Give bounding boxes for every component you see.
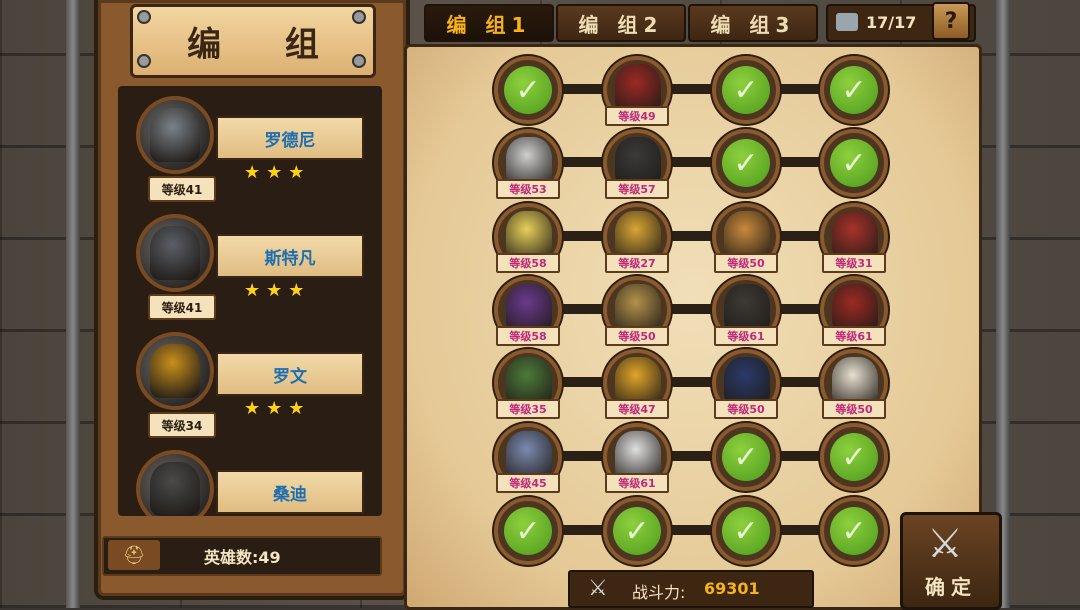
help-button[interactable]: ? (932, 2, 970, 40)
checkmark-icon: ✓ (830, 66, 878, 114)
rivet (137, 10, 151, 24)
tab-group-2[interactable]: 编 组2 (556, 4, 686, 42)
star-rating: ★★★ (244, 162, 311, 183)
hero-card[interactable]: 桑迪 (118, 440, 382, 516)
unit-level-badge: 等级50 (822, 399, 886, 419)
empty-slot[interactable]: ✓ (820, 56, 888, 124)
star-rating: ★★★ (244, 280, 311, 301)
checkmark-icon: ✓ (613, 507, 661, 555)
empty-slot[interactable]: ✓ (820, 129, 888, 197)
hero-avatar (150, 226, 200, 280)
hero-card[interactable]: 斯特凡 ★★★ 等级41 (118, 204, 382, 320)
confirm-button[interactable]: ⚔ 确定 (900, 512, 1002, 610)
hero-level-badge: 等级41 (148, 294, 216, 320)
hero-avatar (150, 344, 200, 398)
unit-level-badge: 等级58 (496, 253, 560, 273)
unit-level-badge: 等级53 (496, 179, 560, 199)
unit-level-badge: 等级49 (605, 106, 669, 126)
unit-level-badge: 等级61 (714, 326, 778, 346)
hero-count-bar: ⛑ 英雄数:49 (102, 536, 382, 576)
checkmark-icon: ✓ (722, 139, 770, 187)
hero-portrait (136, 214, 214, 292)
hero-portrait (136, 450, 214, 516)
unit-level-badge: 等级50 (714, 399, 778, 419)
unit-level-badge: 等级57 (605, 179, 669, 199)
hero-list[interactable]: 罗德尼 ★★★ 等级41 斯特凡 ★★★ 等级41 罗文 ★★★ 等级34 桑迪 (118, 86, 382, 516)
unit-level-badge: 等级50 (714, 253, 778, 273)
empty-slot[interactable]: ✓ (494, 56, 562, 124)
unit-level-badge: 等级27 (605, 253, 669, 273)
hero-avatar (150, 462, 200, 516)
unit-level-badge: 等级61 (605, 473, 669, 493)
hero-card[interactable]: 罗德尼 ★★★ 等级41 (118, 86, 382, 202)
hero-avatar (150, 108, 200, 162)
empty-slot[interactable]: ✓ (712, 129, 780, 197)
empty-slot[interactable]: ✓ (712, 423, 780, 491)
empty-slot[interactable]: ✓ (712, 497, 780, 565)
unit-level-badge: 等级50 (605, 326, 669, 346)
checkmark-icon: ✓ (504, 66, 552, 114)
hero-portrait (136, 332, 214, 410)
checkmark-icon: ✓ (722, 433, 770, 481)
helmet-icon: ⛑ (108, 540, 160, 570)
hero-name: 罗文 (216, 352, 364, 396)
unit-level-badge: 等级31 (822, 253, 886, 273)
unit-level-badge: 等级47 (605, 399, 669, 419)
page-title: 编 组 (130, 4, 376, 78)
unit-level-badge: 等级35 (496, 399, 560, 419)
hero-level-badge: 等级34 (148, 412, 216, 438)
hero-name: 斯特凡 (216, 234, 364, 278)
star-rating: ★★★ (244, 398, 311, 419)
empty-slot[interactable]: ✓ (712, 56, 780, 124)
hero-name: 桑迪 (216, 470, 364, 514)
combat-power-label: 战斗力: (632, 583, 686, 602)
tab-group-3[interactable]: 编 组3 (688, 4, 818, 42)
confirm-label: 确定 (925, 575, 977, 599)
soldiers-icon (836, 13, 858, 31)
hero-level-badge: 等级41 (148, 176, 216, 202)
crossed-swords-icon: ⚔ (927, 521, 963, 567)
checkmark-icon: ✓ (830, 507, 878, 555)
unit-level-badge: 等级45 (496, 473, 560, 493)
unit-count: 17/17 (866, 13, 917, 32)
combat-power-bar: ⚔ 战斗力: 69301 (568, 570, 814, 608)
checkmark-icon: ✓ (830, 433, 878, 481)
checkmark-icon: ✓ (722, 66, 770, 114)
checkmark-icon: ✓ (504, 507, 552, 555)
tab-group-1[interactable]: 编 组1 (424, 4, 554, 42)
checkmark-icon: ✓ (830, 139, 878, 187)
rivet (352, 10, 366, 24)
rivet (352, 54, 366, 68)
combat-power-value: 69301 (704, 579, 760, 598)
hero-name: 罗德尼 (216, 116, 364, 160)
empty-slot[interactable]: ✓ (603, 497, 671, 565)
crossed-swords-icon: ⚔ (588, 576, 608, 601)
hero-count: 英雄数:49 (204, 548, 281, 567)
hero-card[interactable]: 罗文 ★★★ 等级34 (118, 322, 382, 438)
unit-level-badge: 等级58 (496, 326, 560, 346)
unit-level-badge: 等级61 (822, 326, 886, 346)
empty-slot[interactable]: ✓ (820, 423, 888, 491)
empty-slot[interactable]: ✓ (820, 497, 888, 565)
empty-slot[interactable]: ✓ (494, 497, 562, 565)
hero-portrait (136, 96, 214, 174)
metal-rail-left (66, 0, 80, 608)
rivet (137, 54, 151, 68)
checkmark-icon: ✓ (722, 507, 770, 555)
